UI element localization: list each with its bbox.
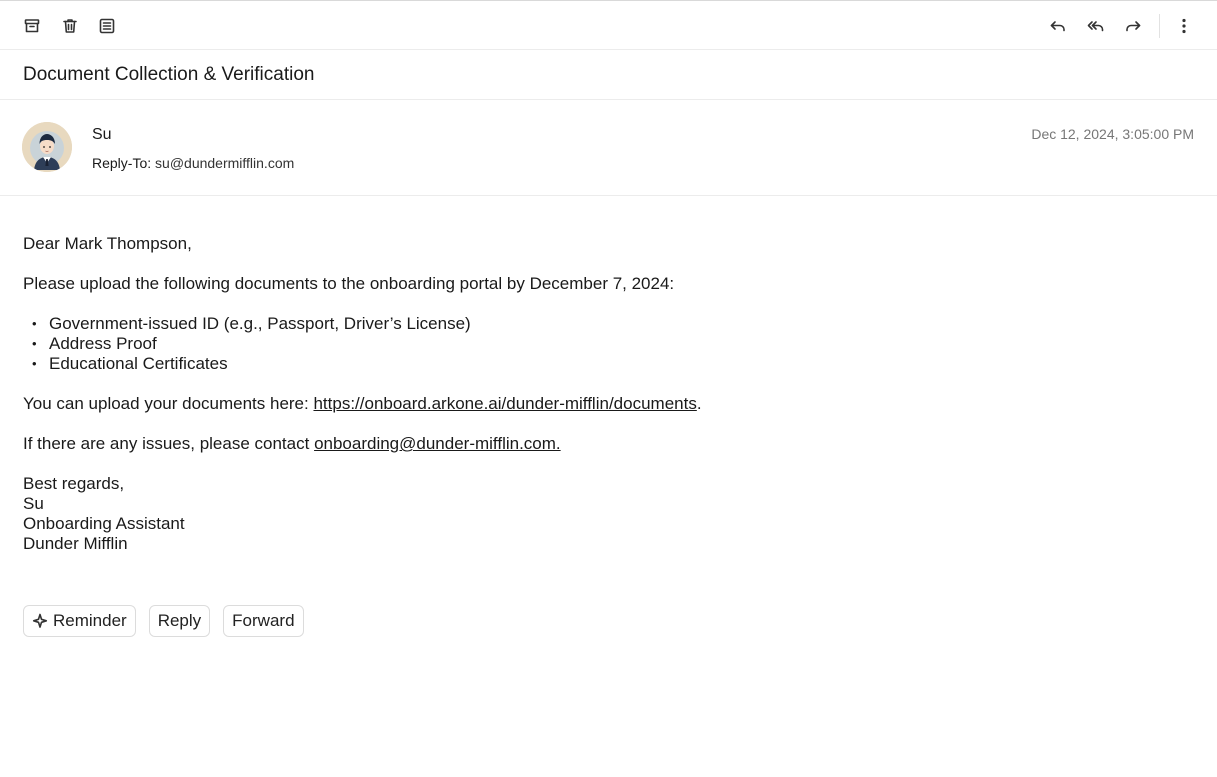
email-body: Dear Mark Thompson, Please upload the fo…	[23, 234, 1193, 554]
reply-to-label: Reply-To:	[92, 155, 152, 171]
forward-button[interactable]: Forward	[223, 605, 304, 637]
archive-icon	[24, 19, 40, 33]
signature: Best regards, Su Onboarding Assistant Du…	[23, 474, 1193, 554]
toolbar-divider	[1159, 14, 1160, 38]
reply-all-icon	[1087, 21, 1104, 32]
subject-bar: Document Collection & Verification	[0, 50, 1217, 100]
list-item: Educational Certificates	[23, 354, 1193, 374]
trash-icon	[63, 19, 77, 33]
reply-button[interactable]: Reply	[148, 605, 211, 637]
archive-button[interactable]	[20, 14, 44, 38]
signature-title: Onboarding Assistant	[23, 514, 185, 533]
reply-toolbar-button[interactable]	[1046, 14, 1070, 38]
more-options-button[interactable]	[1172, 14, 1196, 38]
sender-header: Su Reply-To: su@dundermifflin.com Dec 12…	[0, 100, 1217, 196]
email-date: Dec 12, 2024, 3:05:00 PM	[1031, 126, 1194, 142]
reply-all-toolbar-button[interactable]	[1084, 14, 1108, 38]
upload-link[interactable]: https://onboard.arkone.ai/dunder-mifflin…	[313, 394, 696, 413]
sender-name: Su	[92, 126, 112, 143]
reply-to: Reply-To: su@dundermifflin.com	[92, 155, 294, 171]
signoff: Best regards,	[23, 474, 125, 493]
delete-button[interactable]	[58, 14, 82, 38]
signature-company: Dunder Mifflin	[23, 534, 128, 553]
reminder-label: Reminder	[53, 611, 127, 630]
avatar-illustration	[22, 122, 72, 172]
email-toolbar	[0, 0, 1217, 50]
intro-paragraph: Please upload the following documents to…	[23, 274, 675, 293]
greeting: Dear Mark Thompson,	[23, 234, 192, 253]
notes-icon	[99, 18, 115, 34]
documents-list: Government-issued ID (e.g., Passport, Dr…	[23, 314, 1193, 374]
notes-button[interactable]	[95, 14, 119, 38]
reply-icon	[1050, 21, 1065, 32]
sparkle-icon	[32, 613, 48, 628]
forward-toolbar-button[interactable]	[1121, 14, 1145, 38]
email-actions: Reminder Reply Forward	[23, 605, 304, 637]
reply-to-address[interactable]: su@dundermifflin.com	[155, 155, 294, 171]
upload-paragraph: You can upload your documents here: http…	[23, 394, 1193, 414]
upload-text: You can upload your documents here:	[23, 394, 314, 413]
upload-suffix: .	[696, 394, 702, 413]
signature-name: Su	[23, 494, 44, 513]
more-vertical-icon	[1182, 18, 1186, 34]
contact-text: If there are any issues, please contact	[23, 434, 315, 453]
forward-icon	[1126, 21, 1141, 32]
list-item: Address Proof	[23, 334, 1193, 354]
contact-paragraph: If there are any issues, please contact …	[23, 434, 1193, 454]
email-subject: Document Collection & Verification	[23, 64, 315, 85]
reminder-button[interactable]: Reminder	[23, 605, 136, 637]
contact-email-link[interactable]: onboarding@dunder-mifflin.com.	[314, 434, 561, 453]
sender-avatar	[22, 122, 72, 172]
list-item: Government-issued ID (e.g., Passport, Dr…	[23, 314, 1193, 334]
